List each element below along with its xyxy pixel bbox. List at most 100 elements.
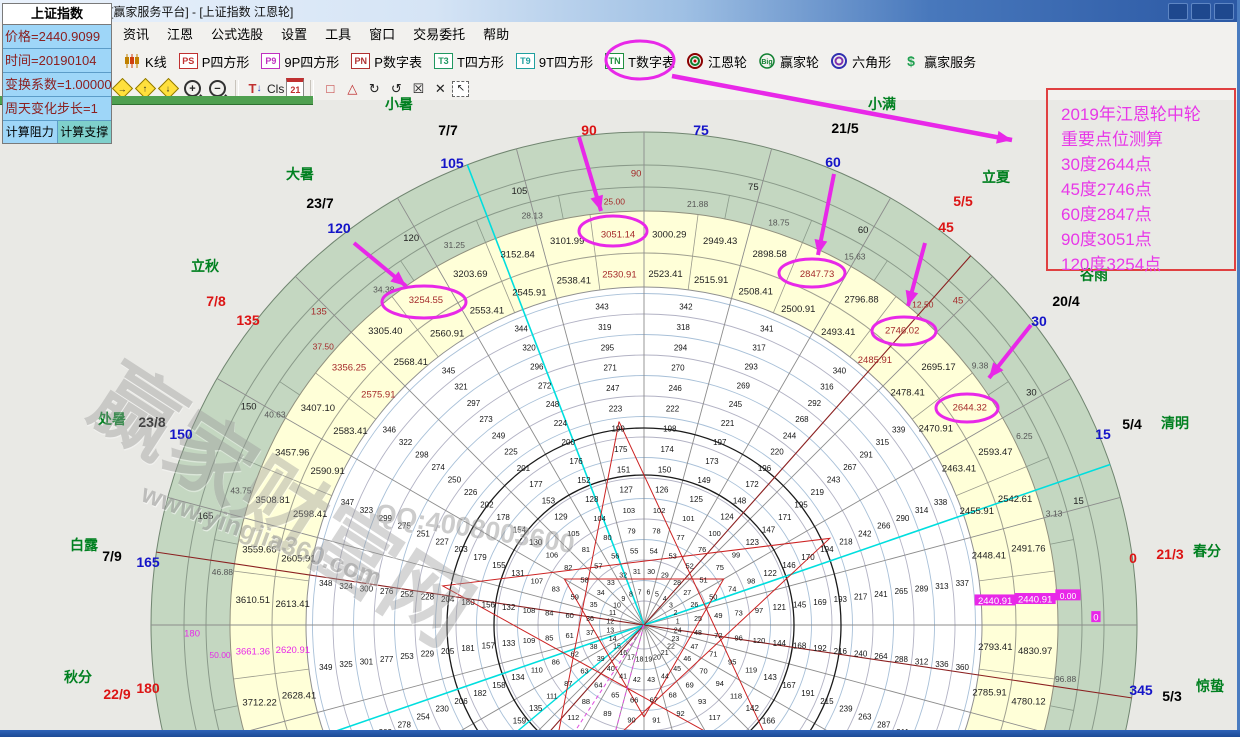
svg-text:132: 132 (502, 603, 516, 612)
svg-text:109: 109 (523, 636, 536, 645)
wheel-label-105: 105 (440, 155, 463, 171)
select-tool-icon[interactable]: ↖ (452, 81, 469, 97)
menu-2[interactable]: 资讯 (114, 22, 158, 45)
toolbar-p-number-table[interactable]: PNP数字表 (345, 49, 428, 74)
svg-text:0: 0 (1093, 613, 1098, 624)
menu-7[interactable]: 窗口 (360, 22, 404, 45)
wheel-label-小暑: 小暑 (385, 94, 413, 114)
svg-text:338: 338 (934, 498, 948, 507)
svg-text:46: 46 (683, 656, 691, 663)
minimize-icon[interactable] (1168, 3, 1188, 20)
toolbar-9t-square[interactable]: T99T四方形 (510, 49, 599, 74)
svg-text:182: 182 (473, 689, 487, 698)
svg-text:253: 253 (400, 652, 414, 661)
svg-text:2590.91: 2590.91 (310, 466, 344, 477)
triangle-tool-icon[interactable]: △ (342, 80, 362, 98)
svg-text:172: 172 (745, 480, 759, 489)
svg-text:349: 349 (319, 663, 333, 672)
svg-text:322: 322 (399, 438, 413, 447)
menu-8[interactable]: 交易委托 (404, 22, 474, 45)
svg-text:57: 57 (594, 561, 602, 570)
zoom-in-icon[interactable]: + (184, 80, 201, 97)
svg-text:1: 1 (676, 619, 680, 626)
svg-text:3661.36: 3661.36 (236, 646, 270, 657)
svg-text:2560.91: 2560.91 (430, 329, 464, 340)
svg-text:179: 179 (473, 553, 487, 562)
svg-text:254: 254 (417, 712, 431, 721)
svg-text:65: 65 (611, 690, 619, 699)
svg-text:2538.41: 2538.41 (557, 276, 591, 287)
menu-9[interactable]: 帮助 (474, 22, 518, 45)
wheel-label-15: 15 (1095, 426, 1111, 442)
menu-6[interactable]: 工具 (316, 22, 360, 45)
wheel-label-23/7: 23/7 (306, 195, 333, 211)
window-controls[interactable] (1168, 3, 1234, 20)
svg-text:44: 44 (661, 673, 669, 680)
toolbar-9p-square[interactable]: P99P四方形 (255, 49, 345, 74)
menu-5[interactable]: 设置 (272, 22, 316, 45)
svg-text:230: 230 (435, 705, 449, 714)
svg-text:215: 215 (820, 697, 834, 706)
toolbar-gann-wheel[interactable]: 江恩轮 (681, 49, 753, 74)
svg-text:225: 225 (504, 448, 518, 457)
toolbar-kline[interactable]: K线 (118, 49, 173, 74)
svg-text:181: 181 (461, 644, 475, 653)
wheel-label-135: 135 (236, 312, 259, 328)
svg-text:77: 77 (676, 533, 684, 542)
svg-text:$: $ (907, 53, 915, 69)
calc-resistance-button[interactable]: 计算阻力 (3, 121, 58, 143)
calc-support-button[interactable]: 计算支撑 (58, 121, 112, 143)
svg-text:3000.29: 3000.29 (652, 229, 686, 240)
wheel-label-30: 30 (1031, 313, 1047, 329)
square-tool-icon[interactable]: □ (320, 80, 340, 98)
svg-text:324: 324 (339, 582, 353, 591)
t-square-icon: T3 (434, 53, 453, 69)
svg-text:51: 51 (699, 575, 707, 584)
svg-text:90: 90 (631, 169, 642, 180)
panel-row-2: 变换系数=1.00000 (3, 73, 111, 97)
cls-icon[interactable]: Cls (267, 80, 284, 98)
svg-text:133: 133 (502, 639, 516, 648)
svg-text:151: 151 (617, 465, 631, 474)
svg-text:264: 264 (874, 652, 888, 661)
svg-text:84: 84 (545, 609, 553, 618)
svg-text:12.50: 12.50 (912, 300, 934, 310)
menu-3[interactable]: 江恩 (158, 22, 202, 45)
close-icon[interactable] (1214, 3, 1234, 20)
wheel-label-0: 0 (1129, 550, 1137, 566)
zoom-out-icon[interactable]: − (209, 80, 226, 97)
wheel-label-立秋: 立秋 (191, 256, 219, 276)
svg-text:97: 97 (755, 606, 763, 615)
toolbar-separator (235, 80, 239, 98)
toolbar-winner-wheel[interactable]: Big赢家轮 (753, 49, 825, 74)
svg-text:194: 194 (820, 545, 834, 554)
toolbar-winner-service[interactable]: $赢家服务 (897, 49, 982, 74)
svg-text:12: 12 (606, 619, 614, 626)
svg-text:130: 130 (529, 538, 543, 547)
svg-text:2793.41: 2793.41 (978, 642, 1012, 653)
svg-text:176: 176 (569, 457, 583, 466)
menu-4[interactable]: 公式选股 (202, 22, 272, 45)
svg-text:117: 117 (709, 713, 721, 722)
maximize-icon[interactable] (1191, 3, 1211, 20)
svg-text:290: 290 (896, 514, 910, 523)
wheel-label-21/5: 21/5 (831, 120, 858, 136)
svg-text:127: 127 (620, 486, 634, 495)
t-axis-icon[interactable]: T↓ (245, 80, 265, 98)
cross-arrows-icon[interactable]: ✕ (430, 80, 450, 98)
svg-text:39: 39 (597, 656, 605, 663)
toolbar-9t-square-label: 9T四方形 (539, 52, 593, 71)
svg-text:325: 325 (339, 660, 353, 669)
svg-text:112: 112 (567, 713, 579, 722)
toolbar-t-square[interactable]: T3T四方形 (428, 49, 510, 74)
rotate-cw-icon[interactable]: ↻ (364, 80, 384, 98)
svg-text:219: 219 (811, 488, 825, 497)
wheel-label-立夏: 立夏 (982, 167, 1010, 187)
toolbar-p-square[interactable]: PSP四方形 (173, 49, 256, 74)
svg-text:76: 76 (698, 545, 706, 554)
toolbar-t-number-table[interactable]: TNT数字表 (599, 49, 681, 74)
svg-text:33: 33 (607, 580, 615, 587)
app-window: 赢 赢家江恩专业版[赢家服务平台] - [上证指数 江恩轮] 赢 文件浏览资讯江… (0, 0, 1240, 737)
toolbar-hexagon[interactable]: 六角形 (825, 49, 897, 74)
svg-text:31: 31 (633, 569, 641, 576)
